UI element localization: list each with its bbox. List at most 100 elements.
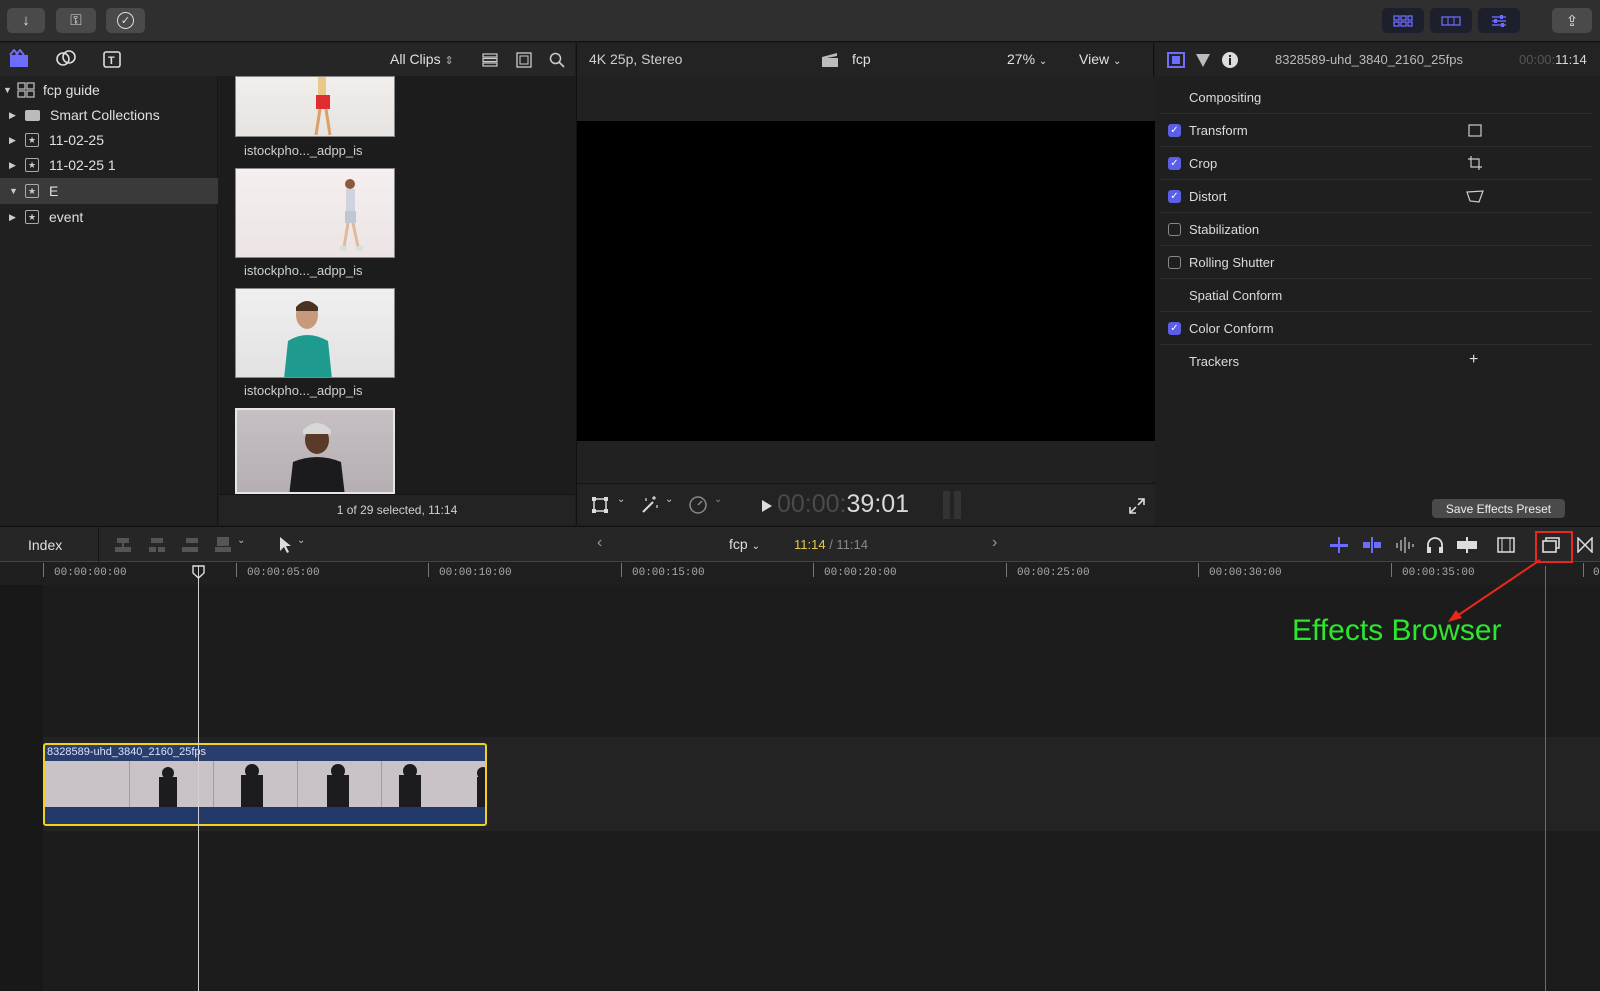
inspector-row-crop[interactable]: ✓ Crop	[1160, 147, 1592, 180]
playhead[interactable]	[198, 566, 199, 991]
inspector-row-trackers[interactable]: Trackers +	[1160, 345, 1592, 378]
disclosure-open-icon[interactable]: ▼	[3, 85, 13, 95]
info-icon[interactable]	[1221, 51, 1239, 69]
library-fcp-guide[interactable]: ▼ fcp guide	[0, 77, 218, 103]
disclosure-closed-icon[interactable]: ▶	[9, 135, 19, 146]
chevron-right-icon[interactable]: ›	[992, 534, 997, 552]
disclosure-closed-icon[interactable]: ▶	[9, 212, 19, 223]
clip-thumbnail-selected[interactable]	[235, 408, 395, 494]
titles-generators-icon[interactable]: T	[102, 49, 124, 69]
checkbox-checked[interactable]: ✓	[1168, 156, 1181, 170]
crop-onscreen-icon[interactable]	[1468, 156, 1482, 170]
disclosure-closed-icon[interactable]: ▶	[9, 110, 19, 121]
timeline-gutter	[0, 585, 43, 991]
event-star-icon: ★	[25, 158, 39, 172]
sidebar-item-event-11-02-25[interactable]: ▶ ★ 11-02-25	[0, 127, 218, 153]
inspector-row-transform[interactable]: ✓ Transform	[1160, 114, 1592, 147]
insert-clip-icon[interactable]	[148, 536, 166, 554]
checkbox-unchecked[interactable]	[1168, 222, 1181, 236]
sidebar-item-event-e[interactable]: ▼ ★ E	[0, 178, 218, 204]
inspector-row-rolling-shutter[interactable]: Rolling Shutter	[1160, 246, 1592, 279]
chevron-down-icon[interactable]: ⌄	[665, 494, 673, 505]
background-tasks-button[interactable]: ✓	[106, 8, 145, 33]
audio-skimming-icon[interactable]	[1362, 536, 1382, 554]
timecode-display[interactable]: 00:00:39:01	[777, 490, 909, 519]
search-icon[interactable]	[549, 52, 565, 68]
chevron-down-icon[interactable]: ⌄	[617, 494, 625, 505]
append-clip-icon[interactable]	[181, 536, 199, 554]
chevron-down-icon[interactable]: ⌄	[714, 494, 722, 505]
chevron-left-icon[interactable]: ‹	[597, 534, 602, 552]
filter-label: All Clips	[390, 51, 441, 67]
photos-audio-icon[interactable]	[55, 49, 77, 69]
inspector-row-stabilization[interactable]: Stabilization	[1160, 213, 1592, 246]
transitions-browser-icon[interactable]	[1577, 537, 1593, 553]
all-clips-filter[interactable]: All Clips ⇕	[390, 51, 454, 67]
event-star-icon: ★	[25, 210, 39, 224]
clip-thumbnail[interactable]	[235, 288, 395, 378]
distort-onscreen-icon[interactable]	[1466, 190, 1484, 203]
checkbox-checked[interactable]: ✓	[1168, 321, 1181, 335]
skimming-icon[interactable]	[1329, 536, 1349, 554]
add-tracker-icon[interactable]: +	[1469, 351, 1478, 369]
zoom-menu[interactable]: 27% ⌄	[1007, 51, 1047, 67]
sidebar-item-label: event	[49, 209, 84, 225]
connect-clip-icon[interactable]	[114, 536, 132, 554]
playhead-handle[interactable]	[192, 565, 205, 579]
clip-filmstrip	[45, 761, 485, 807]
save-effects-preset-button[interactable]: Save Effects Preset	[1432, 499, 1565, 518]
transform-onscreen-icon[interactable]	[1468, 124, 1482, 137]
timeline-project-menu[interactable]: fcp ⌄	[729, 536, 760, 552]
checkbox-checked[interactable]: ✓	[1168, 123, 1181, 137]
inspector-row-distort[interactable]: ✓ Distort	[1160, 180, 1592, 213]
clip-thumbnail[interactable]	[235, 168, 395, 258]
color-inspector-icon[interactable]	[1195, 52, 1211, 68]
import-button[interactable]: ↓	[7, 8, 45, 33]
headphones-icon[interactable]	[1426, 536, 1444, 554]
filmstrip-view-icon[interactable]	[516, 52, 532, 68]
disclosure-closed-icon[interactable]: ▶	[9, 160, 19, 171]
inspector-row-spatial-conform[interactable]: Spatial Conform	[1160, 279, 1592, 312]
timeline-clip[interactable]: 8328589-uhd_3840_2160_25fps	[43, 743, 487, 826]
inspector-row-compositing[interactable]: Compositing	[1160, 81, 1592, 114]
index-button[interactable]: Index	[28, 537, 62, 553]
magic-wand-icon[interactable]	[639, 495, 659, 515]
arrow-tool-icon[interactable]	[278, 536, 292, 554]
chevron-down-icon[interactable]: ⌄	[297, 535, 305, 546]
video-canvas[interactable]	[577, 121, 1155, 441]
play-icon[interactable]	[761, 500, 773, 512]
dancer-figure-image	[314, 77, 332, 136]
browser-toggle-button[interactable]	[1382, 8, 1424, 33]
sidebar-item-event-11-02-25-1[interactable]: ▶ ★ 11-02-25 1	[0, 152, 218, 178]
view-menu[interactable]: View ⌄	[1079, 51, 1121, 67]
transform-tool-icon[interactable]	[591, 496, 609, 514]
disclosure-open-icon[interactable]: ▼	[9, 186, 19, 196]
share-button[interactable]: ⇪	[1552, 8, 1592, 33]
clip-thumbnail[interactable]	[235, 76, 395, 137]
overwrite-clip-icon[interactable]	[214, 536, 232, 554]
sidebar-item-smart-collections[interactable]: ▶ Smart Collections	[0, 102, 218, 128]
sidebar-item-label: E	[49, 183, 59, 199]
ruler-tick	[236, 563, 237, 577]
checkbox-checked[interactable]: ✓	[1168, 189, 1181, 203]
checkbox-unchecked[interactable]	[1168, 255, 1181, 269]
video-inspector-icon[interactable]	[1167, 52, 1185, 68]
speedometer-icon[interactable]	[688, 495, 708, 515]
row-label: Stabilization	[1189, 221, 1260, 237]
sidebar-item-event[interactable]: ▶ ★ event	[0, 204, 218, 230]
keyword-button[interactable]: ⚿	[56, 8, 96, 33]
solo-waveform-icon[interactable]	[1394, 536, 1414, 554]
key-icon: ⚿	[70, 12, 82, 29]
clip-appearance-icon[interactable]	[482, 53, 498, 67]
libraries-icon[interactable]	[8, 49, 30, 69]
fullscreen-icon[interactable]	[1129, 498, 1145, 514]
clip-appearance-icon[interactable]	[1497, 536, 1515, 554]
timeline-ruler[interactable]: 00:00:00:00 00:00:05:00 00:00:10:00 00:0…	[0, 562, 1600, 585]
chevron-down-icon[interactable]: ⌄	[237, 535, 245, 546]
snapping-icon[interactable]	[1456, 536, 1478, 554]
timeline-toggle-button[interactable]	[1430, 8, 1472, 33]
duration-dim: 00:00:	[1519, 52, 1556, 67]
inspector-toggle-button[interactable]	[1478, 8, 1520, 33]
ruler-label: 0	[1593, 567, 1600, 579]
inspector-row-color-conform[interactable]: ✓ Color Conform	[1160, 312, 1592, 345]
